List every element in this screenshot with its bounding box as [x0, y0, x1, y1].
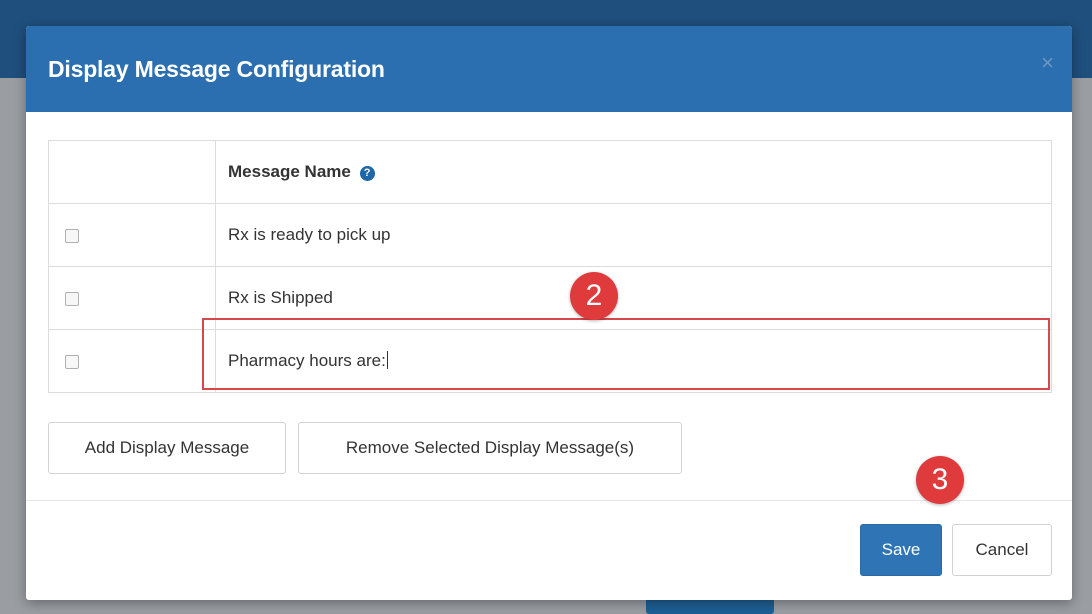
dialog-title: Display Message Configuration: [48, 56, 385, 82]
row-select-cell: [48, 329, 216, 393]
dialog-header: Display Message Configuration ×: [26, 26, 1072, 112]
row-checkbox[interactable]: [65, 354, 79, 369]
table-row: Rx is ready to pick up: [48, 203, 1052, 267]
message-name-header-label: Message Name: [228, 162, 351, 181]
message-name-header: Message Name ?: [215, 140, 1052, 204]
help-icon[interactable]: ?: [359, 166, 375, 181]
message-name-cell[interactable]: Rx is ready to pick up: [215, 203, 1052, 267]
close-icon[interactable]: ×: [1041, 52, 1054, 74]
save-button[interactable]: Save: [860, 524, 942, 576]
add-display-message-button[interactable]: Add Display Message: [48, 422, 286, 474]
step-2-highlight-box: [202, 318, 1050, 390]
cancel-button[interactable]: Cancel: [952, 524, 1052, 576]
row-select-cell: [48, 203, 216, 267]
step-2-badge: 2: [570, 272, 618, 320]
footer-divider: [26, 500, 1072, 501]
row-checkbox[interactable]: [65, 291, 79, 306]
step-3-badge: 3: [916, 456, 964, 504]
checkbox-column-header: [48, 140, 216, 204]
display-message-dialog: Display Message Configuration × Message …: [26, 26, 1072, 600]
row-checkbox[interactable]: [65, 228, 79, 243]
remove-selected-messages-button[interactable]: Remove Selected Display Message(s): [298, 422, 682, 474]
row-select-cell: [48, 266, 216, 330]
table-header-row: Message Name ?: [48, 140, 1052, 204]
